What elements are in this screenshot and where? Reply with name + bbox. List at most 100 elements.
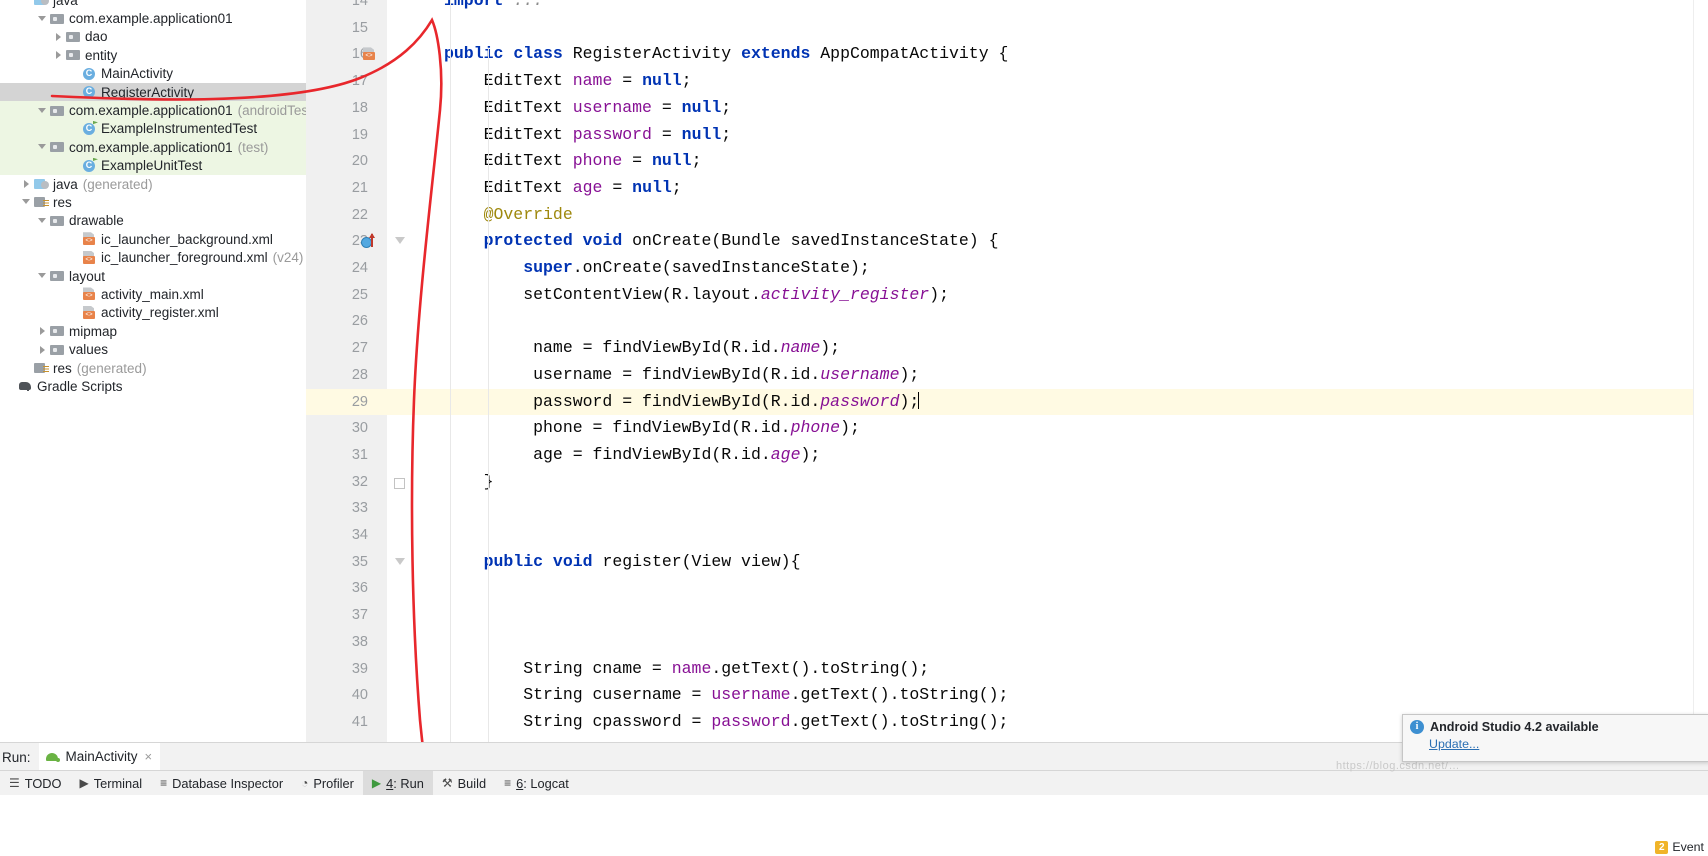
- twisty-spacer: [68, 159, 82, 173]
- code-line-17[interactable]: 17 EditText name = null;: [306, 68, 1708, 95]
- code-line-36[interactable]: 36: [306, 575, 1708, 602]
- code-line-31[interactable]: 31 age = findViewById(R.id.age);: [306, 442, 1708, 469]
- code-line-27[interactable]: 27 name = findViewById(R.id.name);: [306, 335, 1708, 362]
- code-line-34[interactable]: 34: [306, 522, 1708, 549]
- tree-item-com-example-application01[interactable]: com.example.application01(test): [0, 138, 306, 156]
- run-tab-mainactivity[interactable]: MainActivity ×: [39, 743, 161, 772]
- tree-item-suffix: (androidTest): [238, 103, 306, 118]
- code-line-25[interactable]: 25 setContentView(R.layout.activity_regi…: [306, 282, 1708, 309]
- tool-button-label: 4: Run: [386, 776, 424, 791]
- code-line-20[interactable]: 20 EditText phone = null;: [306, 148, 1708, 175]
- chevron-right-icon[interactable]: [52, 30, 66, 44]
- code-text: import ...: [444, 0, 543, 15]
- code-line-39[interactable]: 39 String cname = name.getText().toStrin…: [306, 656, 1708, 683]
- event-log-status[interactable]: 2 Event: [1655, 840, 1704, 854]
- line-number: 39: [306, 656, 368, 683]
- tree-item-exampleunittest[interactable]: ExampleUnitTest: [0, 157, 306, 175]
- code-line-24[interactable]: 24 super.onCreate(savedInstanceState);: [306, 255, 1708, 282]
- code-text: super.onCreate(savedInstanceState);: [444, 255, 870, 282]
- tree-item-res[interactable]: res: [0, 193, 306, 211]
- code-editor[interactable]: 14import ...1516public class RegisterAct…: [306, 0, 1708, 742]
- tree-item-java[interactable]: java(generated): [0, 175, 306, 193]
- code-fold-collapse-icon[interactable]: [395, 237, 405, 244]
- tool-button-database-inspector[interactable]: ≡Database Inspector: [151, 771, 292, 795]
- tree-item-exampleinstrumentedtest[interactable]: ExampleInstrumentedTest: [0, 120, 306, 138]
- tree-item-registeractivity[interactable]: RegisterActivity: [0, 83, 306, 101]
- tool-button-6-logcat[interactable]: ≡6: Logcat: [495, 771, 578, 795]
- line-number: 20: [306, 148, 368, 175]
- chevron-right-icon[interactable]: [36, 343, 50, 357]
- tree-item-mainactivity[interactable]: MainActivity: [0, 65, 306, 83]
- code-line-35[interactable]: 35 public void register(View view){: [306, 549, 1708, 576]
- tree-item-activity-register-xml[interactable]: activity_register.xml: [0, 304, 306, 322]
- tree-item-com-example-application01[interactable]: com.example.application01: [0, 9, 306, 27]
- chevron-right-icon[interactable]: [52, 48, 66, 62]
- chevron-right-icon[interactable]: [20, 177, 34, 191]
- tree-item-ic-launcher-background-xml[interactable]: ic_launcher_background.xml: [0, 230, 306, 248]
- tree-item-dao[interactable]: dao: [0, 28, 306, 46]
- update-notification-balloon[interactable]: i Android Studio 4.2 available Update...: [1402, 714, 1708, 762]
- tool-button-4-run[interactable]: ▶ 4: Run: [363, 771, 433, 795]
- package-folder-icon: [50, 214, 65, 228]
- tree-item-entity[interactable]: entity: [0, 46, 306, 64]
- code-line-19[interactable]: 19 EditText password = null;: [306, 122, 1708, 149]
- notification-update-link[interactable]: Update...: [1429, 737, 1708, 751]
- chevron-down-icon[interactable]: [20, 195, 34, 209]
- tree-item-com-example-application01[interactable]: com.example.application01(androidTest): [0, 101, 306, 119]
- editor-marker-strip[interactable]: [1693, 0, 1708, 742]
- chevron-down-icon[interactable]: [36, 104, 50, 118]
- project-tool-window[interactable]: javacom.example.application01daoentityMa…: [0, 0, 306, 742]
- code-line-38[interactable]: 38: [306, 629, 1708, 656]
- tool-button-label: TODO: [25, 776, 62, 791]
- chevron-right-icon[interactable]: [36, 324, 50, 338]
- code-fold-collapse-icon[interactable]: [395, 558, 405, 565]
- code-line-16[interactable]: 16public class RegisterActivity extends …: [306, 41, 1708, 68]
- code-line-21[interactable]: 21 EditText age = null;: [306, 175, 1708, 202]
- run-icon: ▶: [372, 776, 381, 790]
- tool-button-terminal[interactable]: ▶Terminal: [71, 771, 152, 795]
- twisty-spacer: [68, 306, 82, 320]
- tool-window-bar[interactable]: ☰TODO▶Terminal≡Database Inspector◔Profil…: [0, 770, 1708, 795]
- code-line-23[interactable]: 23 protected void onCreate(Bundle savedI…: [306, 228, 1708, 255]
- code-line-28[interactable]: 28 username = findViewById(R.id.username…: [306, 362, 1708, 389]
- code-line-37[interactable]: 37: [306, 602, 1708, 629]
- chevron-down-icon[interactable]: [36, 12, 50, 26]
- xml-file-icon: [82, 232, 97, 246]
- code-line-15[interactable]: 15: [306, 15, 1708, 42]
- chevron-down-icon[interactable]: [36, 214, 50, 228]
- tree-item-label: layout: [69, 269, 105, 284]
- tree-item-res[interactable]: res(generated): [0, 359, 306, 377]
- layout-resource-gutter-icon[interactable]: [362, 47, 377, 61]
- tree-item-ic-launcher-foreground-xml[interactable]: ic_launcher_foreground.xml(v24): [0, 248, 306, 266]
- tool-button-todo[interactable]: ☰TODO: [0, 771, 71, 795]
- line-number: 41: [306, 709, 368, 736]
- code-line-32[interactable]: 32 }: [306, 469, 1708, 496]
- tree-item-java[interactable]: java: [0, 0, 306, 9]
- tool-button-build[interactable]: ⚒Build: [433, 771, 495, 795]
- notification-title: Android Studio 4.2 available: [1430, 720, 1599, 734]
- tool-button-profiler[interactable]: ◔Profiler: [292, 771, 363, 795]
- tree-item-drawable[interactable]: drawable: [0, 212, 306, 230]
- tree-item-values[interactable]: values: [0, 340, 306, 358]
- chevron-down-icon[interactable]: [36, 269, 50, 283]
- overriding-method-gutter-icon[interactable]: [361, 234, 379, 250]
- code-line-29[interactable]: 29 password = findViewById(R.id.password…: [306, 389, 1708, 416]
- twisty-spacer: [68, 287, 82, 301]
- code-line-22[interactable]: 22 @Override: [306, 202, 1708, 229]
- code-line-14[interactable]: 14import ...: [306, 0, 1708, 15]
- code-line-30[interactable]: 30 phone = findViewById(R.id.phone);: [306, 415, 1708, 442]
- code-line-26[interactable]: 26: [306, 308, 1708, 335]
- close-icon[interactable]: ×: [145, 749, 153, 764]
- code-line-40[interactable]: 40 String cusername = username.getText()…: [306, 682, 1708, 709]
- android-icon: [45, 750, 61, 763]
- code-fold-end-icon[interactable]: [394, 478, 405, 489]
- folder-blue-icon: [34, 0, 49, 7]
- tree-item-layout[interactable]: layout: [0, 267, 306, 285]
- chevron-down-icon[interactable]: [36, 140, 50, 154]
- code-line-33[interactable]: 33: [306, 495, 1708, 522]
- tree-item-mipmap[interactable]: mipmap: [0, 322, 306, 340]
- tree-item-activity-main-xml[interactable]: activity_main.xml: [0, 285, 306, 303]
- code-line-18[interactable]: 18 EditText username = null;: [306, 95, 1708, 122]
- tree-item-gradle-scripts[interactable]: Gradle Scripts: [0, 377, 306, 395]
- package-folder-icon: [50, 104, 65, 118]
